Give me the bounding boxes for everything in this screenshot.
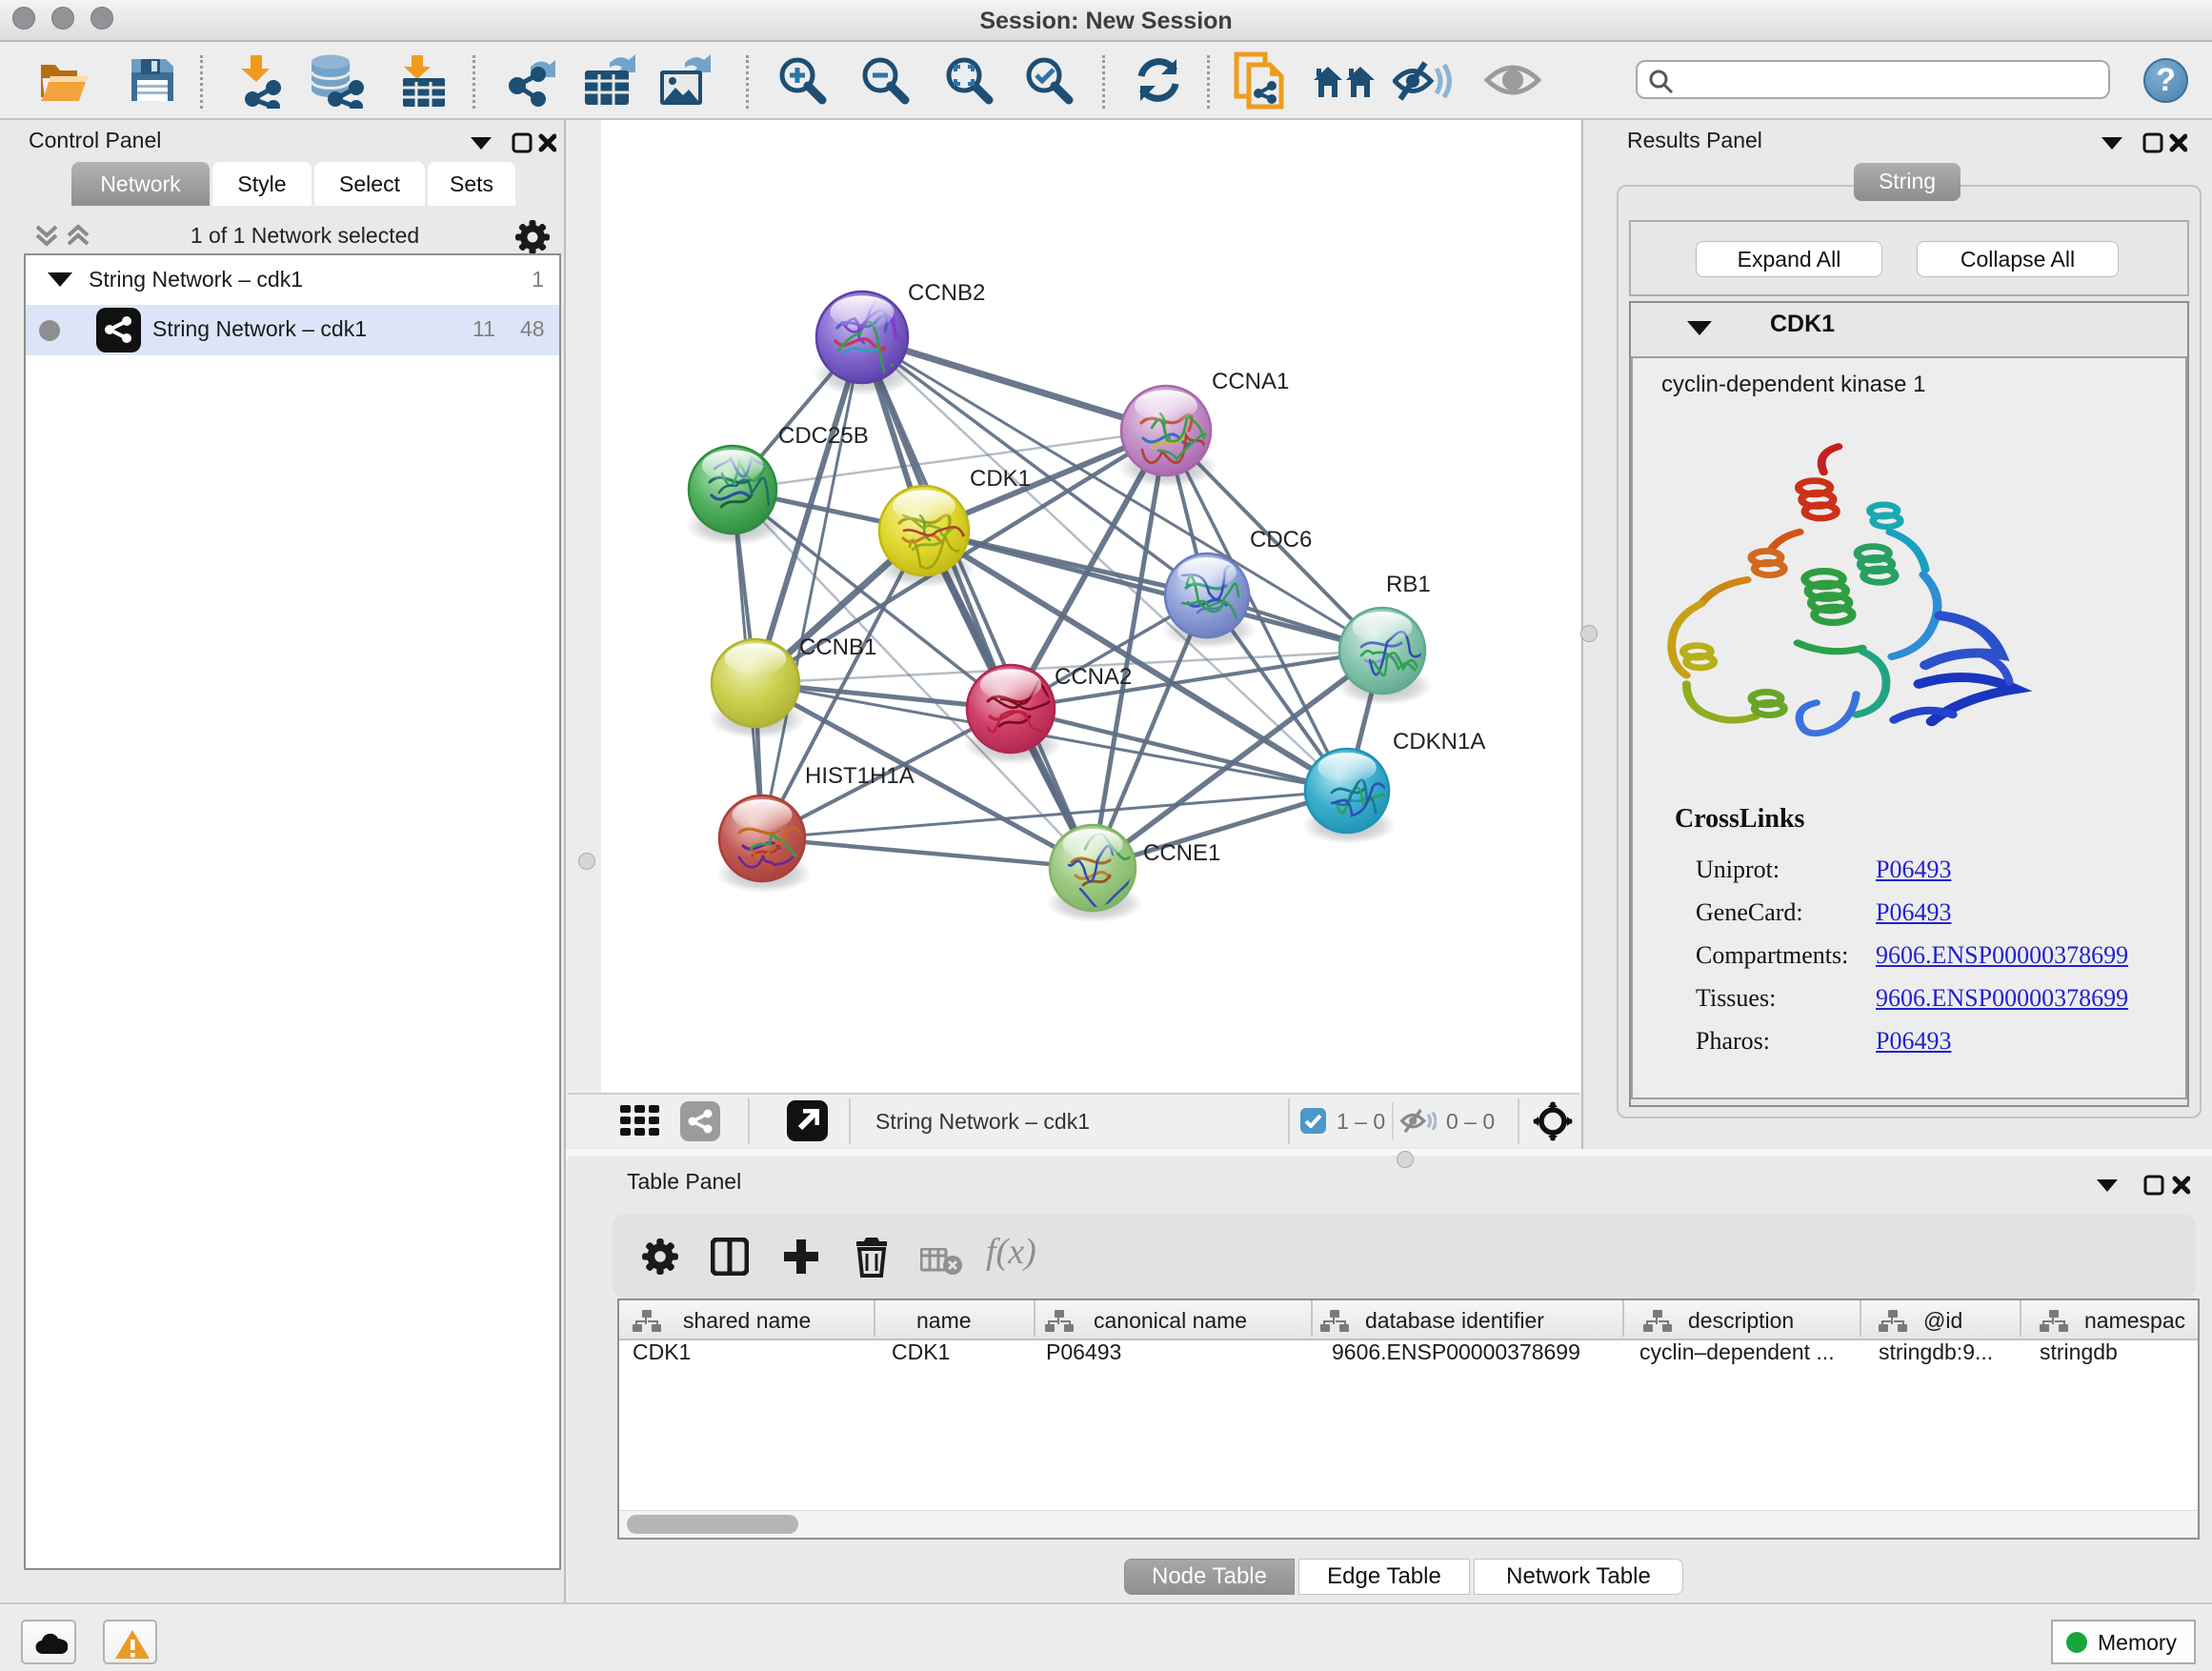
svg-text:CCNA1: CCNA1 (1212, 369, 1289, 394)
svg-text:CCNE1: CCNE1 (1143, 840, 1220, 866)
svg-text:HIST1H1A: HIST1H1A (805, 763, 915, 789)
svg-text:CDK1: CDK1 (970, 466, 1031, 492)
svg-text:CDC6: CDC6 (1250, 527, 1312, 553)
svg-text:CCNB1: CCNB1 (799, 634, 876, 660)
svg-text:CDC25B: CDC25B (778, 423, 869, 449)
svg-text:RB1: RB1 (1386, 572, 1431, 597)
svg-text:CDKN1A: CDKN1A (1393, 729, 1485, 755)
svg-text:CCNB2: CCNB2 (908, 280, 985, 306)
svg-text:CCNA2: CCNA2 (1055, 664, 1132, 690)
